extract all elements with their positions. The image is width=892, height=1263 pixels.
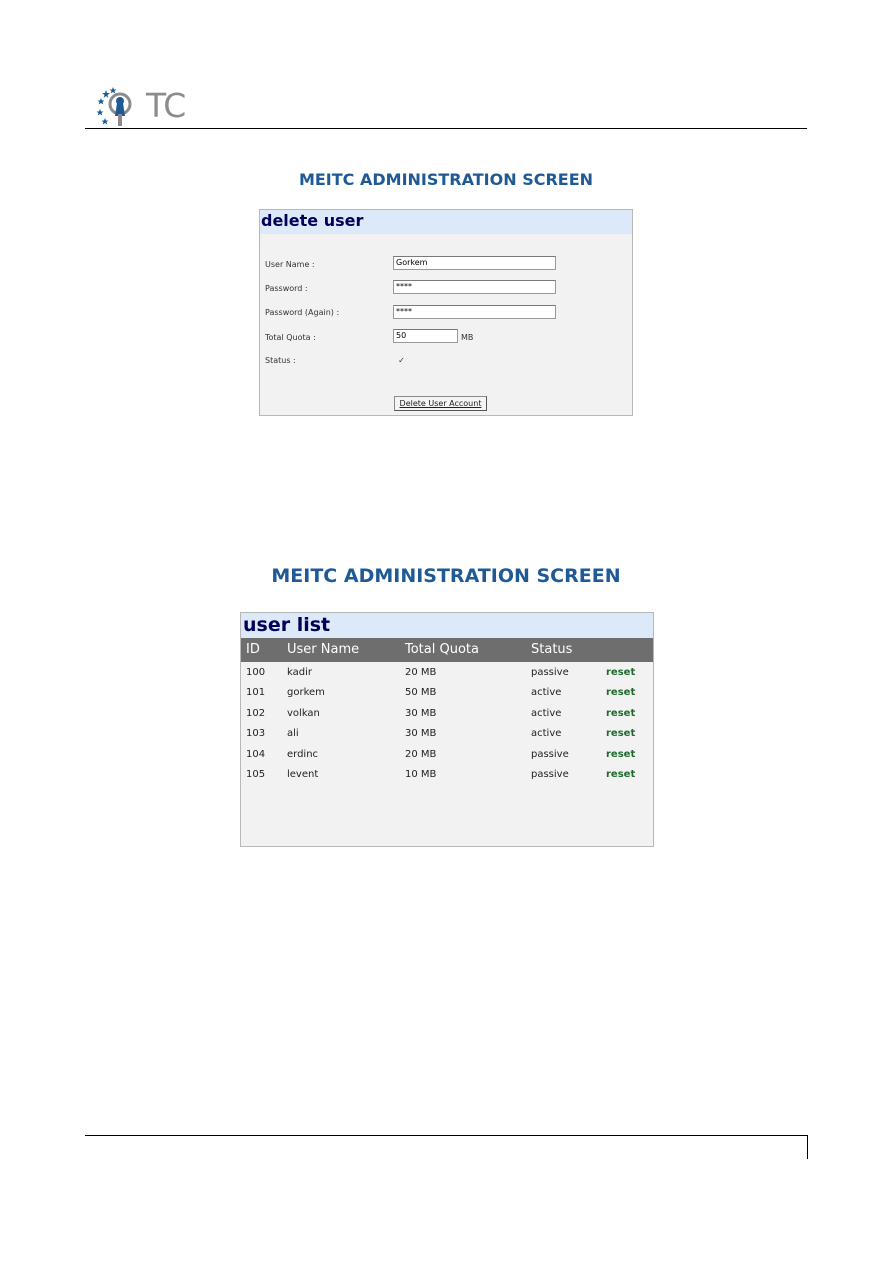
cell-id: 102	[246, 708, 266, 719]
cell-username: erdinc	[287, 749, 319, 760]
cell-quota: 20 MB	[405, 667, 437, 678]
quota-unit: MB	[461, 333, 474, 342]
table-row: 104 erdinc 20 MB passive reset	[241, 745, 653, 765]
cell-status: passive	[531, 769, 569, 780]
header-divider	[85, 128, 807, 129]
quota-label: Total Quota :	[265, 333, 316, 342]
cell-quota: 20 MB	[405, 749, 437, 760]
column-header-username: User Name	[287, 642, 360, 657]
table-row: 105 levent 10 MB passive reset	[241, 765, 653, 785]
footer-divider-tick	[807, 1135, 808, 1159]
table-row: 101 gorkem 50 MB active reset	[241, 683, 653, 703]
reset-link[interactable]: reset	[606, 704, 635, 724]
cell-status: active	[531, 687, 562, 698]
password-label: Password :	[265, 284, 308, 293]
username-field[interactable]: Gorkem	[393, 256, 556, 270]
reset-link[interactable]: reset	[606, 745, 635, 765]
cell-username: levent	[287, 769, 319, 780]
column-header-status: Status	[531, 642, 573, 657]
password-field[interactable]: ****	[393, 280, 556, 294]
cell-id: 101	[246, 687, 266, 698]
table-row: 103 ali 30 MB active reset	[241, 724, 653, 744]
delete-user-account-button[interactable]: Delete User Account	[394, 396, 487, 411]
company-logo: TC	[96, 84, 188, 128]
panel-title: delete user	[260, 210, 632, 234]
table-header: ID User Name Total Quota Status	[241, 638, 653, 662]
quota-field[interactable]: 50	[393, 329, 458, 343]
cell-status: active	[531, 708, 562, 719]
reset-link[interactable]: reset	[606, 683, 635, 703]
cell-username: volkan	[287, 708, 320, 719]
cell-id: 100	[246, 667, 266, 678]
cell-username: ali	[287, 728, 299, 739]
cell-quota: 50 MB	[405, 687, 437, 698]
password-again-label: Password (Again) :	[265, 308, 340, 317]
username-label: User Name :	[265, 260, 315, 269]
keyhole-stars-icon	[96, 87, 132, 126]
table-row: 100 kadir 20 MB passive reset	[241, 663, 653, 683]
reset-link[interactable]: reset	[606, 765, 635, 785]
logo-text: TC	[146, 86, 186, 125]
reset-link[interactable]: reset	[606, 724, 635, 744]
cell-quota: 10 MB	[405, 769, 437, 780]
screen-title: MEITC ADMINISTRATION SCREEN	[298, 170, 594, 189]
footer-divider	[85, 1135, 807, 1136]
cell-status: passive	[531, 667, 569, 678]
cell-quota: 30 MB	[405, 708, 437, 719]
reset-link[interactable]: reset	[606, 663, 635, 683]
cell-id: 104	[246, 749, 266, 760]
delete-user-panel: delete user User Name : Gorkem Password …	[259, 209, 633, 416]
screen-title-2: MEITC ADMINISTRATION SCREEN	[271, 565, 621, 587]
cell-status: active	[531, 728, 562, 739]
panel-title-2: user list	[241, 613, 653, 638]
cell-id: 103	[246, 728, 266, 739]
cell-quota: 30 MB	[405, 728, 437, 739]
column-header-id: ID	[246, 642, 260, 657]
column-header-quota: Total Quota	[405, 642, 479, 657]
cell-username: kadir	[287, 667, 312, 678]
status-label: Status :	[265, 356, 296, 365]
password-again-field[interactable]: ****	[393, 305, 556, 319]
table-row: 102 volkan 30 MB active reset	[241, 704, 653, 724]
status-checkbox[interactable]: ✓	[397, 356, 406, 365]
cell-status: passive	[531, 749, 569, 760]
user-list-panel: user list ID User Name Total Quota Statu…	[240, 612, 654, 847]
cell-id: 105	[246, 769, 266, 780]
cell-username: gorkem	[287, 687, 325, 698]
